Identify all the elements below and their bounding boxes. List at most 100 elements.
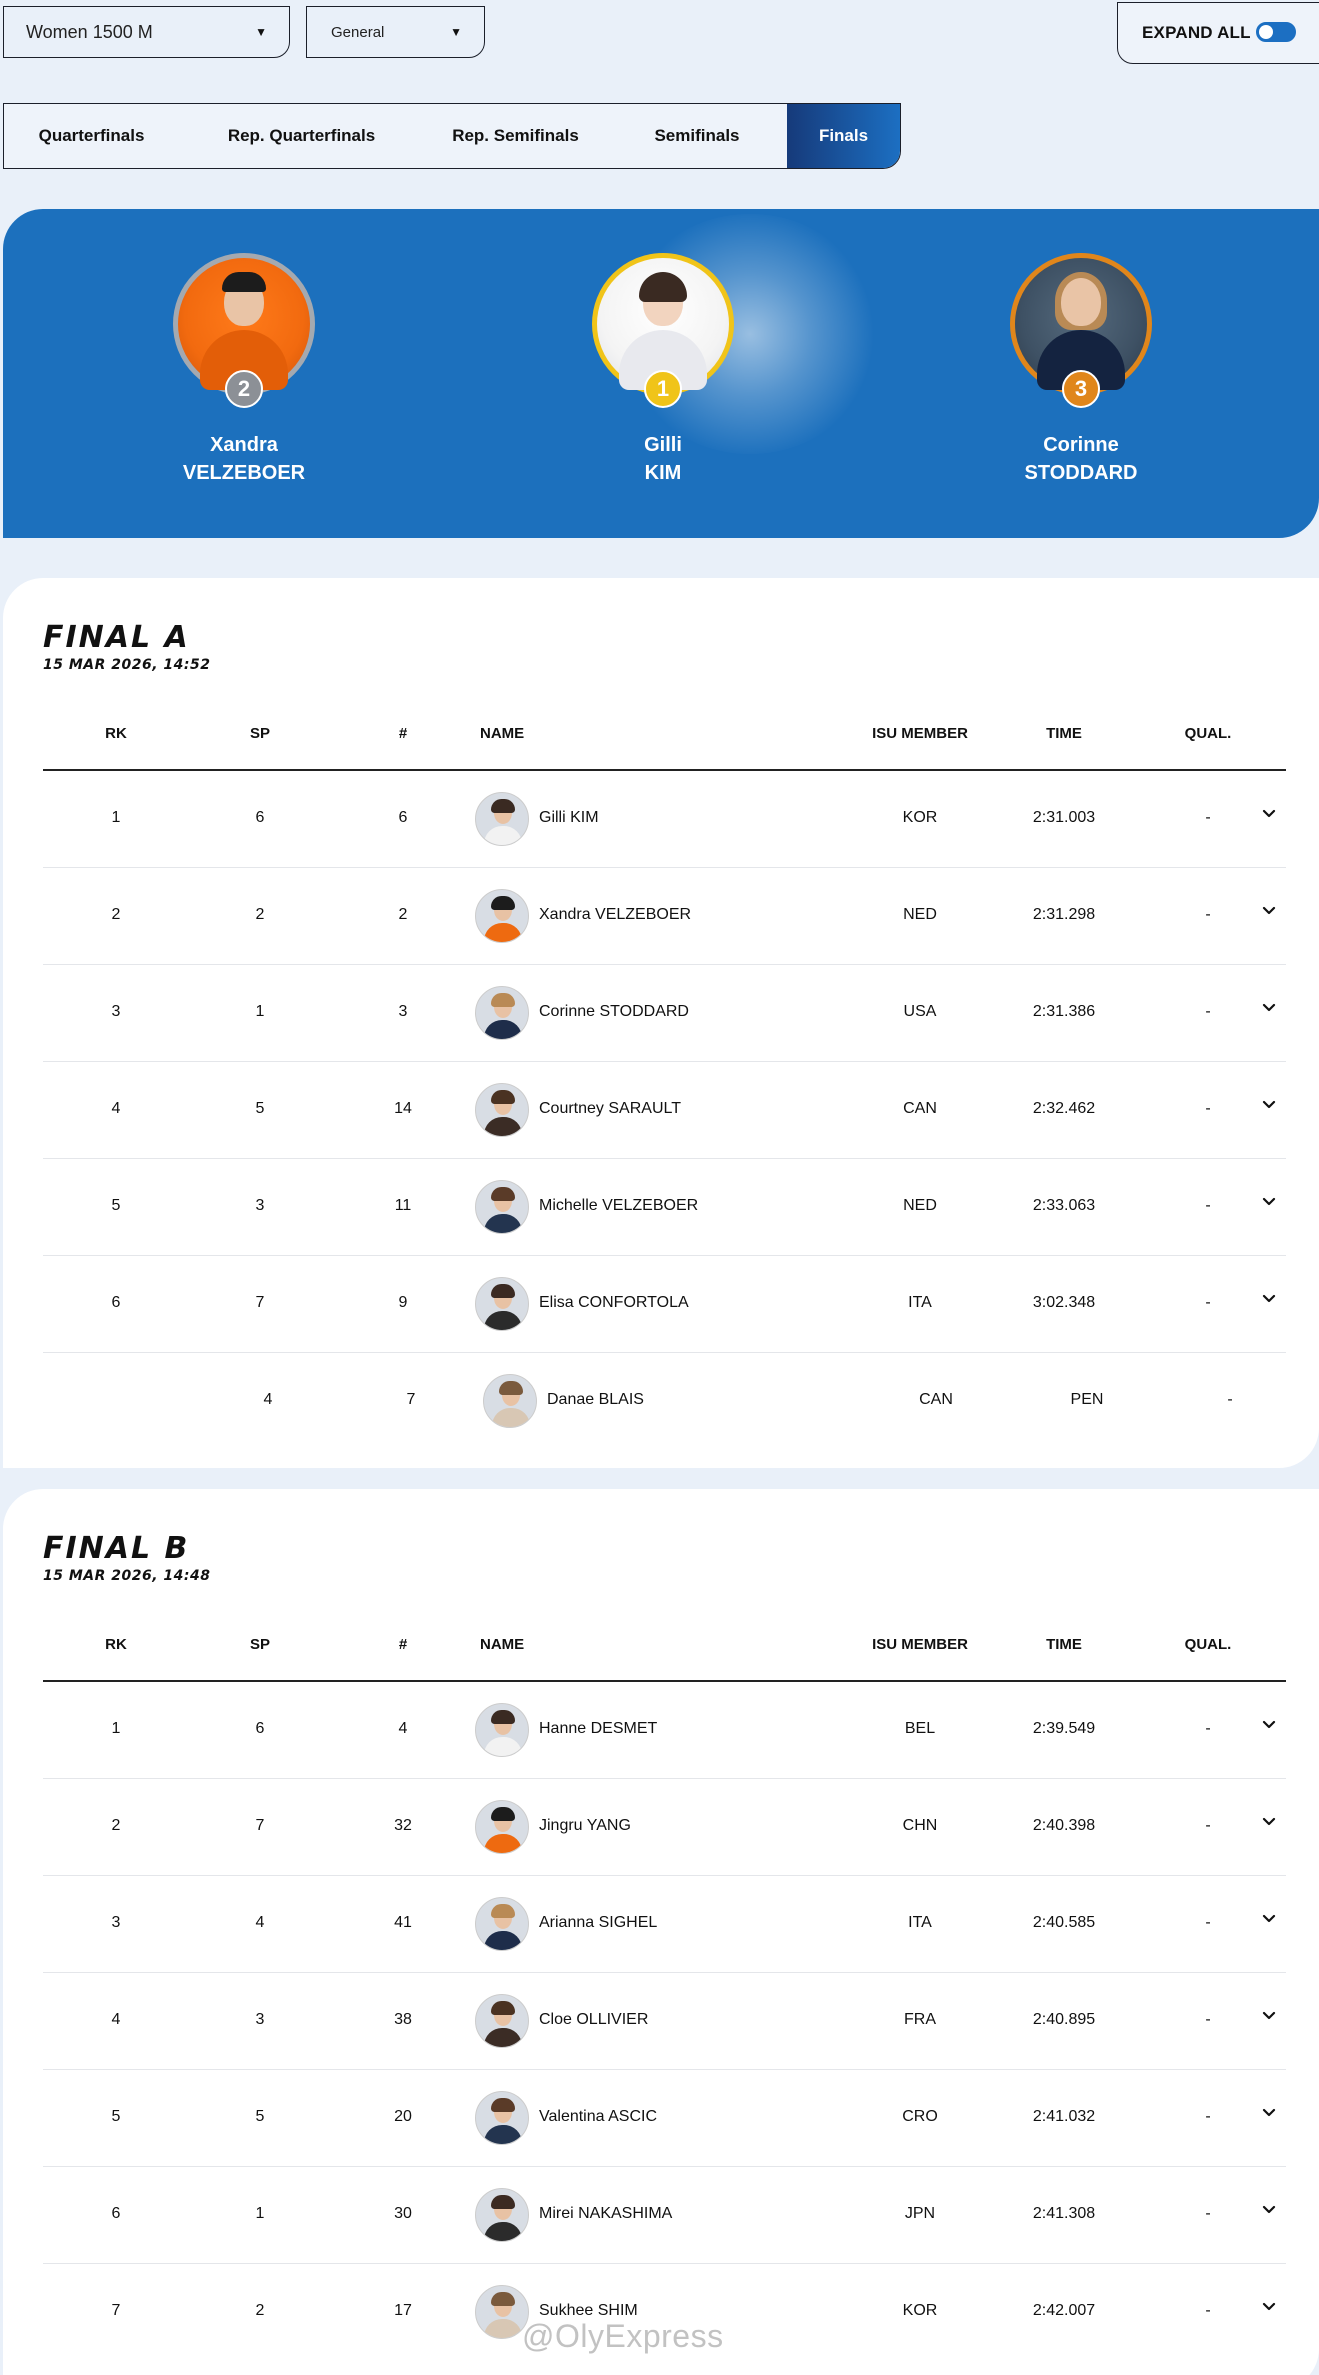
avatar [475, 1083, 529, 1137]
cell-start-position: 3 [255, 1197, 265, 1214]
table-row[interactable]: 6 7 9 Elisa CONFORTOLA ITA 3:02.348 - [43, 1256, 1286, 1353]
toggle-switch-icon[interactable] [1256, 22, 1296, 42]
cell-time: 2:40.895 [1032, 2011, 1096, 2028]
chevron-down-icon[interactable] [1256, 1809, 1282, 1835]
table-row[interactable]: 3 1 3 Corinne STODDARD USA 2:31.386 - [43, 965, 1286, 1062]
cell-rank: 2 [111, 906, 121, 923]
avatar: 3 [1010, 253, 1152, 408]
avatar [483, 1374, 537, 1428]
cell-number: 38 [394, 2011, 412, 2028]
tab-quarterfinals[interactable]: Quarterfinals [4, 104, 179, 168]
podium-second: 2 Xandra VELZEBOER [124, 253, 364, 487]
cell-start-position: 7 [255, 1817, 265, 1834]
toggle-knob [1259, 25, 1273, 39]
cell-time: 2:31.003 [1032, 809, 1096, 826]
tab-rep-quarterfinals[interactable]: Rep. Quarterfinals [179, 104, 424, 168]
cell-skater-name[interactable]: Xandra VELZEBOER [539, 906, 691, 924]
medal-gold-badge: 1 [644, 370, 682, 408]
avatar [475, 792, 529, 846]
podium-last-name: KIM [644, 462, 682, 484]
header-rk: RK [105, 725, 127, 742]
cell-rank: 1 [111, 1720, 121, 1737]
cell-time: 2:33.063 [1032, 1197, 1096, 1214]
table-row[interactable]: 5 3 11 Michelle VELZEBOER NED 2:33.063 - [43, 1159, 1286, 1256]
cell-skater-name[interactable]: Jingru YANG [539, 1817, 631, 1835]
chevron-down-icon[interactable] [1256, 1189, 1282, 1215]
category-select-value: General [331, 23, 385, 41]
cell-rank: 7 [111, 2302, 121, 2319]
cell-rank: 5 [111, 2108, 121, 2125]
chevron-down-icon[interactable] [1256, 898, 1282, 924]
table-row[interactable]: 2 7 32 Jingru YANG CHN 2:40.398 - [43, 1779, 1286, 1876]
cell-skater-name[interactable]: Gilli KIM [539, 809, 599, 827]
header-time: TIME [1046, 725, 1082, 742]
cell-qualification: - [1205, 1294, 1211, 1311]
cell-isu-member: KOR [902, 2302, 938, 2319]
cell-number: 4 [398, 1720, 408, 1737]
chevron-down-icon[interactable] [1256, 2100, 1282, 2126]
table-row[interactable]: 1 6 6 Gilli KIM KOR 2:31.003 - [43, 771, 1286, 868]
cell-skater-name[interactable]: Hanne DESMET [539, 1720, 657, 1738]
table-row[interactable]: 4 3 38 Cloe OLLIVIER FRA 2:40.895 - [43, 1973, 1286, 2070]
cell-isu-member: JPN [904, 2205, 936, 2222]
final-title: FINAL A [43, 620, 190, 655]
table-row[interactable]: 1 6 4 Hanne DESMET BEL 2:39.549 - [43, 1682, 1286, 1779]
chevron-down-icon[interactable] [1256, 2003, 1282, 2029]
cell-skater-name[interactable]: Elisa CONFORTOLA [539, 1294, 689, 1312]
chevron-down-icon[interactable] [1256, 2294, 1282, 2320]
category-select[interactable]: General ▼ [306, 6, 485, 58]
podium-last-name: VELZEBOER [182, 462, 306, 484]
cell-skater-name[interactable]: Danae BLAIS [547, 1391, 644, 1409]
header-qual: QUAL. [1184, 725, 1232, 742]
cell-qualification: - [1205, 1817, 1211, 1834]
event-select[interactable]: Women 1500 M ▼ [3, 6, 290, 58]
cell-qualification: - [1205, 1720, 1211, 1737]
table-row[interactable]: 4 5 14 Courtney SARAULT CAN 2:32.462 - [43, 1062, 1286, 1159]
cell-time: 2:41.032 [1032, 2108, 1096, 2125]
chevron-down-icon[interactable] [1256, 1906, 1282, 1932]
cell-rank: 2 [111, 1817, 121, 1834]
final-date: 15 MAR 2026, 14:52 [43, 657, 211, 673]
cell-start-position: 3 [255, 2011, 265, 2028]
results-table-body: 1 6 4 Hanne DESMET BEL 2:39.549-2 7 32 Jingru YA… [43, 1682, 1286, 2361]
avatar [475, 2285, 529, 2339]
cell-rank: 4 [111, 2011, 121, 2028]
cell-rank: 6 [111, 1294, 121, 1311]
avatar [475, 2188, 529, 2242]
chevron-down-icon[interactable] [1256, 1092, 1282, 1118]
cell-skater-name[interactable]: Arianna SIGHEL [539, 1914, 657, 1932]
avatar [475, 1703, 529, 1757]
cell-skater-name[interactable]: Courtney SARAULT [539, 1100, 681, 1118]
cell-skater-name[interactable]: Michelle VELZEBOER [539, 1197, 698, 1215]
cell-number: 9 [398, 1294, 408, 1311]
cell-skater-name[interactable]: Cloe OLLIVIER [539, 2011, 648, 2029]
tab-rep-semifinals[interactable]: Rep. Semifinals [424, 104, 607, 168]
cell-isu-member: CAN [919, 1391, 953, 1408]
table-row[interactable]: 6 1 30 Mirei NAKASHIMA JPN 2:41.308 - [43, 2167, 1286, 2264]
cell-isu-member: ITA [908, 1914, 932, 1931]
cell-isu-member: KOR [902, 809, 938, 826]
watermark-text: @OlyExpress [522, 2318, 724, 2354]
header-sp: SP [249, 725, 271, 742]
cell-skater-name[interactable]: Mirei NAKASHIMA [539, 2205, 672, 2223]
tab-finals[interactable]: Finals [787, 104, 900, 168]
expand-all-control[interactable]: EXPAND ALL [1117, 2, 1319, 64]
cell-skater-name[interactable]: Corinne STODDARD [539, 1003, 689, 1021]
chevron-down-icon[interactable] [1256, 1286, 1282, 1312]
podium-last-name: STODDARD [1024, 462, 1138, 484]
table-row[interactable]: 5 5 20 Valentina ASCIC CRO 2:41.032 - [43, 2070, 1286, 2167]
cell-number: 7 [406, 1391, 416, 1408]
table-row[interactable]: 3 4 41 Arianna SIGHEL ITA 2:40.585 - [43, 1876, 1286, 1973]
chevron-down-icon[interactable] [1256, 1712, 1282, 1738]
tab-semifinals[interactable]: Semifinals [607, 104, 787, 168]
cell-start-position: 6 [255, 809, 265, 826]
table-row[interactable]: 2 2 2 Xandra VELZEBOER NED 2:31.298 - [43, 868, 1286, 965]
cell-rank: 1 [111, 809, 121, 826]
chevron-down-icon[interactable] [1256, 995, 1282, 1021]
header-no: # [398, 1636, 408, 1653]
cell-time: 2:32.462 [1032, 1100, 1096, 1117]
chevron-down-icon[interactable] [1256, 2197, 1282, 2223]
podium-first-name: Corinne [1043, 434, 1119, 456]
cell-skater-name[interactable]: Valentina ASCIC [539, 2108, 657, 2126]
chevron-down-icon[interactable] [1256, 801, 1282, 827]
